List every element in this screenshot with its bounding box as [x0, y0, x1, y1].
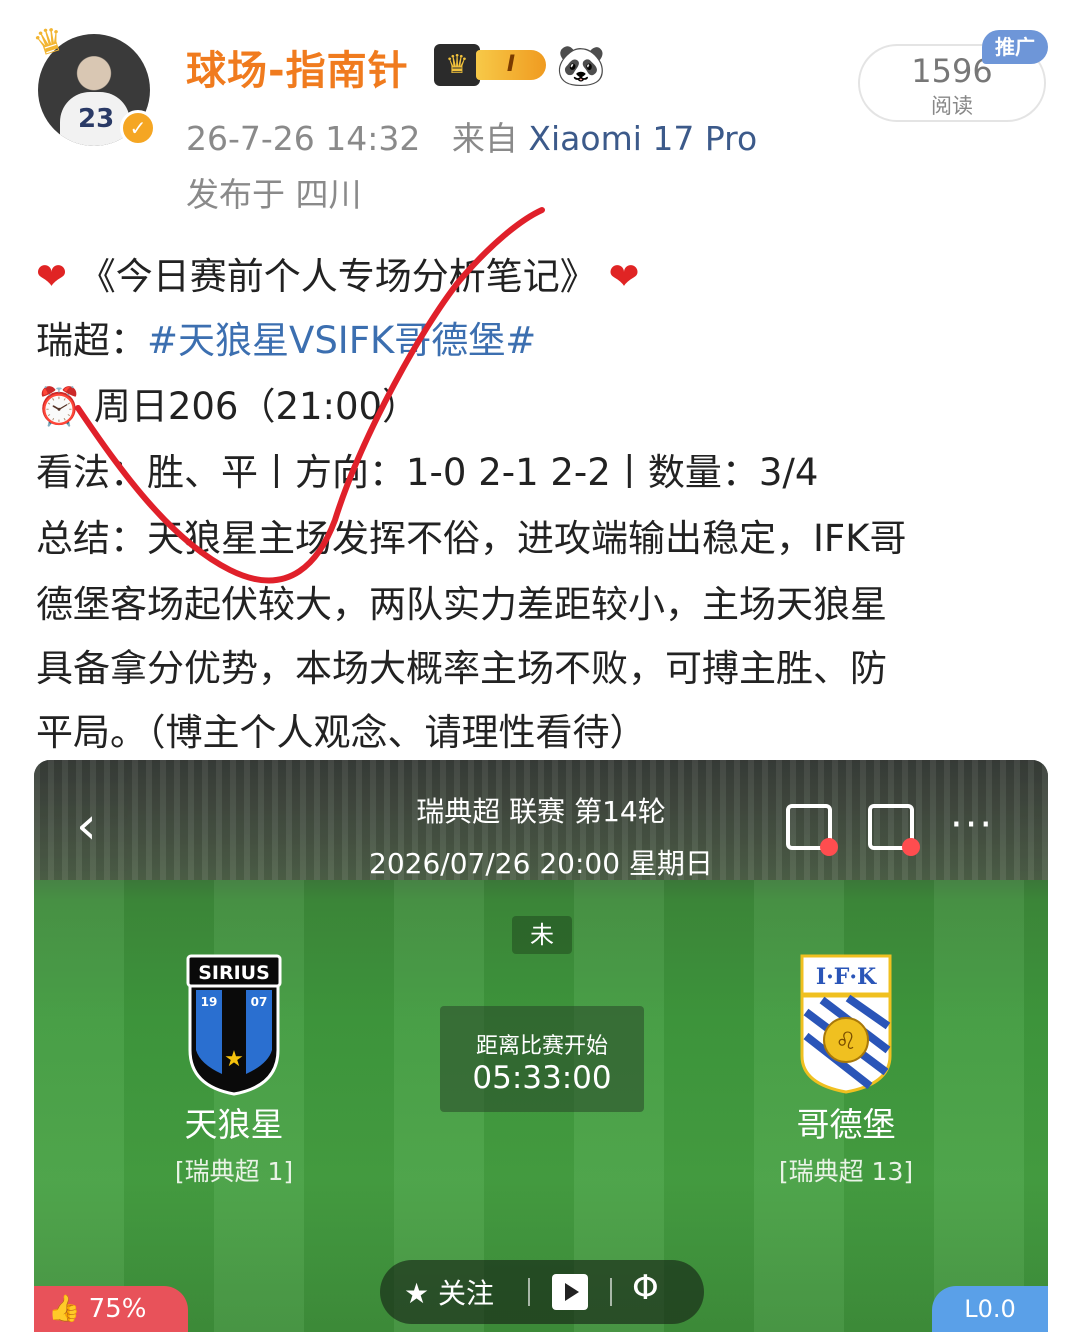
verified-icon: ✓: [120, 110, 156, 146]
post-title: 《今日赛前个人专场分析笔记》: [78, 255, 597, 298]
post-title-line: ❤ 《今日赛前个人专场分析笔记》 ❤: [36, 246, 640, 300]
post-location: 发布于 四川: [186, 175, 362, 214]
heart-icon: ❤: [608, 255, 640, 298]
countdown-label: 距离比赛开始: [475, 1034, 608, 1059]
more-dots-icon[interactable]: ···: [950, 802, 994, 848]
play-icon[interactable]: [552, 1274, 588, 1310]
avatar[interactable]: 23 ♛ ✓: [29, 18, 156, 146]
match-card[interactable]: ‹ 瑞典超 联赛 第14轮 2026/07/26 20:00 星期日 ··· 未…: [34, 760, 1048, 1332]
like-percent: 75%: [88, 1294, 147, 1324]
home-team-rank: [瑞典超 1]: [174, 1157, 294, 1186]
svg-text:I·F·K: I·F·K: [816, 964, 877, 990]
svg-text:SIRIUS: SIRIUS: [198, 962, 270, 984]
league-prefix: 瑞超：: [36, 319, 147, 362]
bookmark-icon[interactable]: [786, 804, 838, 856]
summary-line: 德堡客场起伏较大，两队实力差距较小，主场天狼星: [36, 583, 887, 626]
svg-text:19: 19: [201, 995, 218, 1009]
panda-icon: 🐼: [556, 43, 606, 89]
ifk-crest-icon: I·F·K ♌: [800, 954, 892, 1094]
divider: [528, 1278, 530, 1306]
thumbs-up-icon: 👍: [48, 1294, 81, 1324]
svg-text:07: 07: [251, 995, 268, 1009]
svg-text:★: ★: [224, 1047, 244, 1072]
level-badge[interactable]: ♛ I: [434, 44, 546, 86]
away-team-rank: [瑞典超 13]: [778, 1157, 914, 1186]
username[interactable]: 球场-指南针: [186, 38, 409, 96]
divider: [610, 1278, 612, 1306]
like-badge[interactable]: 👍 75%: [34, 1286, 188, 1332]
home-team-name: 天狼星: [184, 1105, 284, 1144]
view-line: 看法：胜、平丨方向：1-0 2-1 2-2丨数量：3/4: [36, 451, 819, 494]
post-header: 23 ♛ ✓ 球场-指南针 ♛ I 🐼 26-7-26 14:32 来自 Xia…: [0, 0, 1080, 215]
corner-badge[interactable]: L0.0: [932, 1286, 1048, 1332]
promo-tag: 推广: [982, 30, 1048, 64]
away-team-name: 哥德堡: [796, 1105, 896, 1144]
follow-label: 关注: [438, 1277, 495, 1310]
sirius-crest-icon: SIRIUS 19 07 ★: [186, 954, 282, 1096]
post-from: 来自: [451, 119, 518, 158]
phi-icon[interactable]: Φ: [632, 1268, 659, 1308]
follow-button[interactable]: ★ 关注: [404, 1272, 494, 1312]
share-icon[interactable]: [868, 804, 920, 856]
hashtag-link[interactable]: #天狼星VSIFK哥德堡#: [147, 319, 536, 362]
level-label: I: [476, 50, 546, 80]
summary-line: 平局。（博主个人观念、请理性看待）: [36, 711, 647, 754]
alarm-clock-icon: ⏰: [36, 385, 83, 428]
read-label: 阅读: [931, 94, 973, 118]
action-bar: ★ 关注 Φ: [380, 1260, 704, 1324]
league-line: 瑞超：#天狼星VSIFK哥德堡#: [36, 310, 536, 364]
post-meta: 26-7-26 14:32 来自 Xiaomi 17 Pro: [186, 112, 757, 160]
star-icon: ★: [404, 1277, 430, 1310]
post-device[interactable]: Xiaomi 17 Pro: [528, 119, 757, 158]
svg-text:♌: ♌: [835, 1027, 857, 1055]
summary-line: 具备拿分优势，本场大概率主场不败，可搏主胜、防: [36, 647, 887, 690]
match-status: 未: [512, 916, 572, 954]
summary-line: 总结：天狼星主场发挥不俗，进攻端输出稳定，IFK哥: [36, 517, 907, 560]
heart-icon: ❤: [36, 255, 68, 298]
schedule-line: ⏰ 周日206（21:00）: [36, 376, 419, 430]
schedule-text: 周日206（21:00）: [93, 385, 420, 428]
post-time: 26-7-26 14:32: [186, 119, 421, 158]
crown-level-icon: ♛: [434, 44, 480, 86]
countdown-box: 距离比赛开始 05:33:00: [440, 1006, 644, 1112]
countdown-time: 05:33:00: [472, 1060, 612, 1096]
